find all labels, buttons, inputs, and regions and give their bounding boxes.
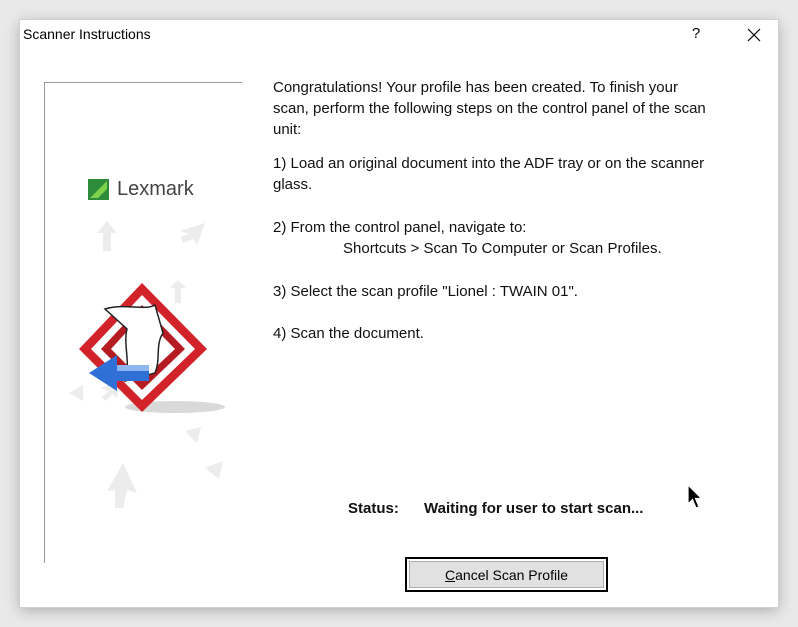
step4-text: 4) Scan the document. xyxy=(273,325,424,342)
intro-line-1: Congratulations! Your profile has been c… xyxy=(273,79,678,96)
cancel-button-face: Cancel Scan Profile xyxy=(409,561,604,588)
step3-text: 3) Select the scan profile "Lionel : TWA… xyxy=(273,283,578,300)
cancel-label: ancel Scan Profile xyxy=(455,566,568,583)
status-label: Status: xyxy=(348,500,399,517)
cancel-scan-profile-button[interactable]: Cancel Scan Profile xyxy=(405,557,608,592)
lexmark-logo: Lexmark xyxy=(88,178,195,200)
scanner-instructions-dialog: Scanner Instructions ? Lexmark Congratul… xyxy=(20,20,778,607)
title-bar: Scanner Instructions ? xyxy=(20,20,778,50)
step1-line-1: 1) Load an original document into the AD… xyxy=(273,155,705,172)
scan-profile-graphic-icon xyxy=(79,283,225,413)
mouse-cursor-icon xyxy=(687,484,703,509)
intro-line-2: scan, perform the following steps on the… xyxy=(273,100,706,117)
step1-line-2: glass. xyxy=(273,176,313,193)
cancel-mnemonic: C xyxy=(445,566,456,583)
window-title: Scanner Instructions xyxy=(23,26,151,42)
close-icon xyxy=(747,28,761,42)
step2-line-2: Shortcuts > Scan To Computer or Scan Pro… xyxy=(343,240,662,257)
help-button[interactable]: ? xyxy=(683,20,709,50)
intro-line-3: unit: xyxy=(273,121,302,138)
close-button[interactable] xyxy=(734,20,774,50)
logo-text: Lexmark xyxy=(117,178,195,200)
side-illustration-panel: Lexmark xyxy=(44,82,242,563)
step2-line-1: 2) From the control panel, navigate to: xyxy=(273,219,527,236)
status-value: Waiting for user to start scan... xyxy=(424,500,644,517)
lexmark-illustration: Lexmark xyxy=(69,178,225,508)
